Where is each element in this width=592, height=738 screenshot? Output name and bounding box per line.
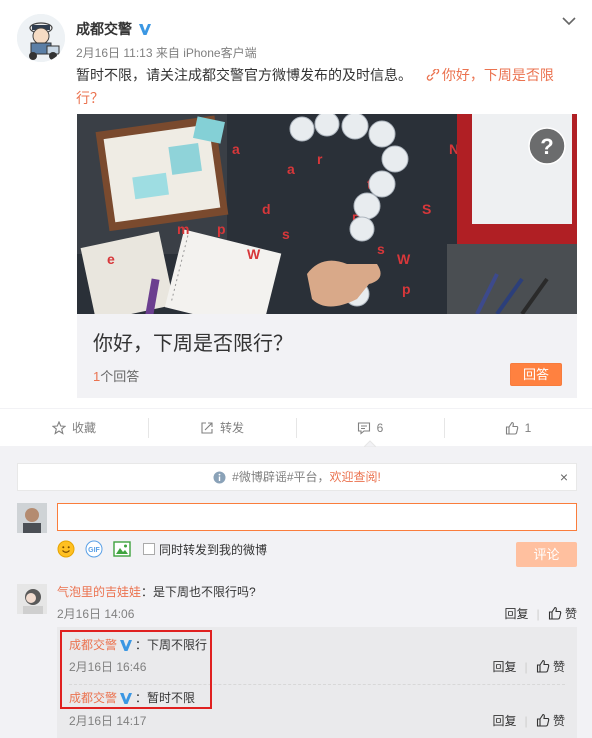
svg-text:d: d (262, 201, 271, 217)
answer-count: 1个回答 (93, 366, 139, 385)
svg-text:S: S (422, 201, 431, 217)
favorite-label: 收藏 (71, 421, 96, 435)
reply-like-button[interactable]: 赞 (536, 712, 565, 729)
post-source[interactable]: iPhone客户端 (183, 46, 256, 60)
reply-like-button[interactable]: 赞 (536, 658, 565, 675)
like-count: 1 (524, 420, 532, 435)
svg-text:p: p (402, 281, 411, 297)
reply-button[interactable]: 回复 (493, 712, 517, 729)
post-date[interactable]: 2月16日 11:13 (76, 46, 153, 60)
link-text-1[interactable]: 你好，下周是否限 (442, 67, 554, 83)
like-label: 赞 (552, 714, 565, 728)
svg-text:s: s (282, 226, 290, 242)
comment-like-button[interactable]: 赞 (548, 605, 577, 622)
repost-icon (201, 421, 213, 434)
repost-button[interactable]: 转发 (148, 409, 296, 446)
close-icon[interactable]: × (560, 464, 568, 490)
comment-icon (357, 421, 370, 435)
like-label: 赞 (552, 660, 565, 674)
comment-actions: 回复 | 赞 (505, 605, 578, 622)
svg-text:p: p (217, 221, 226, 237)
thumbs-up-icon (536, 713, 549, 727)
notice-link[interactable]: 欢迎查阅! (330, 470, 381, 484)
like-button[interactable]: 1 (444, 409, 592, 446)
svg-text:a: a (232, 141, 240, 157)
svg-text:a: a (287, 161, 295, 177)
post-body: 暂时不限，请关注成都交警官方微博发布的及时信息。 (76, 67, 412, 83)
comment-time: 2月16日 14:06 (57, 607, 135, 621)
thumbs-up-icon (505, 421, 518, 435)
caret-up-icon (364, 440, 376, 447)
thumbs-up-icon (548, 606, 561, 620)
svg-text:W: W (397, 251, 411, 267)
composer-tools: GIF 同时转发到我的微博 (57, 540, 267, 558)
checkbox[interactable] (143, 543, 155, 555)
reply-button[interactable]: 回复 (505, 605, 529, 622)
divider: | (536, 606, 540, 621)
question-title[interactable]: 你好，下周是否限行？ (93, 327, 293, 356)
svg-text:s: s (377, 241, 385, 257)
action-bar: 收藏 转发 6 1 (0, 408, 592, 446)
notice-text: #微博辟谣#平台， (232, 470, 330, 484)
info-icon (213, 471, 226, 484)
verified-icon (139, 24, 151, 35)
comment-body: ：是下周也不限行吗? (141, 585, 256, 599)
comment-input[interactable] (57, 503, 577, 531)
commenter-name[interactable]: 气泡里的吉娃娃 (57, 585, 141, 599)
star-icon (51, 420, 66, 435)
author-name[interactable]: 成都交警 (76, 19, 132, 39)
reply-actions: 回复 | 赞 (493, 658, 566, 675)
favorite-button[interactable]: 收藏 (0, 409, 148, 446)
svg-text:W: W (247, 246, 261, 262)
rumor-notice: #微博辟谣#平台，欢迎查阅! × (17, 463, 577, 491)
like-label: 赞 (564, 607, 577, 621)
source-prefix: 来自 (155, 46, 180, 60)
weibo-post-card: 成都交警 2月16日 11:13 来自 iPhone客户端 暂时不限，请关注成都… (0, 0, 592, 738)
highlight-annotation-box (60, 630, 212, 709)
thumbs-up-icon (536, 659, 549, 673)
comment-count: 6 (376, 420, 384, 435)
repost-label: 转发 (219, 421, 244, 435)
question-card[interactable]: ada rpW sPs WSp NSe mrt (77, 114, 577, 398)
svg-text:r: r (317, 151, 323, 167)
emoji-icon[interactable] (57, 540, 75, 558)
reply-button[interactable]: 回复 (493, 658, 517, 675)
answer-button[interactable]: 回答 (510, 363, 562, 386)
help-icon: ? (540, 134, 553, 159)
author-avatar[interactable] (17, 14, 65, 62)
post-meta: 2月16日 11:13 来自 iPhone客户端 (76, 44, 257, 61)
my-avatar[interactable] (17, 503, 47, 533)
repost-checkbox[interactable]: 同时转发到我的微博 (143, 541, 267, 558)
svg-text:m: m (177, 221, 189, 237)
submit-comment-button[interactable]: 评论 (516, 542, 577, 567)
link-icon (426, 68, 440, 81)
svg-text:GIF: GIF (88, 547, 100, 554)
gif-icon[interactable]: GIF (85, 540, 103, 558)
chevron-down-icon[interactable] (560, 14, 578, 28)
repost-checkbox-label: 同时转发到我的微博 (159, 542, 268, 557)
comment-text: 气泡里的吉娃娃：是下周也不限行吗? (57, 583, 256, 600)
post-author[interactable]: 成都交警 (76, 19, 152, 39)
answer-count-suffix: 个回答 (100, 369, 140, 384)
image-icon[interactable] (113, 540, 131, 558)
post-text: 暂时不限，请关注成都交警官方微博发布的及时信息。 你好，下周是否限行？ (76, 64, 566, 110)
commenter-avatar[interactable] (17, 584, 47, 614)
reply-time: 2月16日 14:17 (69, 714, 147, 728)
reply-actions: 回复 | 赞 (493, 712, 566, 729)
divider: | (524, 659, 528, 674)
link-text-2[interactable]: 行？ (76, 90, 104, 106)
question-cover-image[interactable]: ada rpW sPs WSp NSe mrt (77, 114, 577, 314)
divider: | (524, 713, 528, 728)
svg-text:e: e (107, 251, 115, 267)
